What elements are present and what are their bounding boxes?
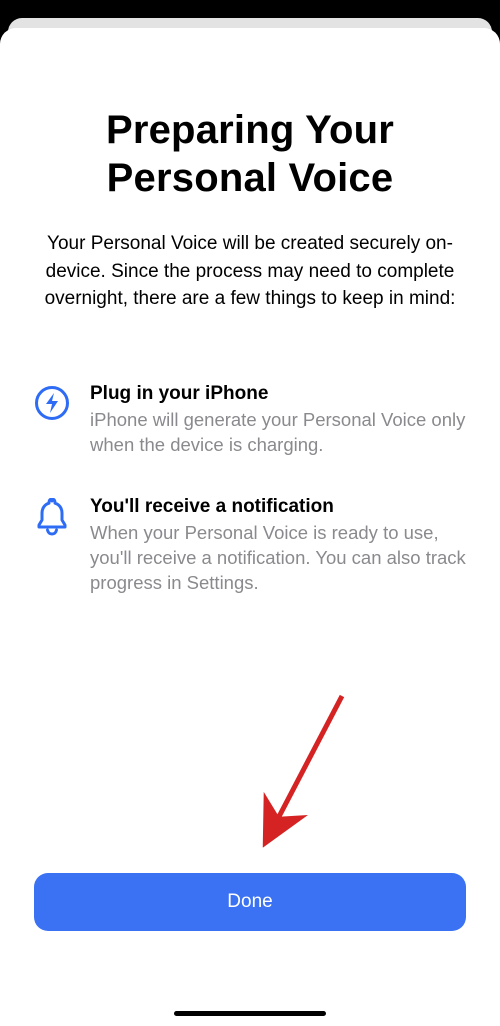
list-item: Plug in your iPhone iPhone will generate… — [34, 383, 466, 458]
info-list: Plug in your iPhone iPhone will generate… — [34, 383, 466, 634]
bell-icon — [34, 496, 70, 536]
list-item-desc: When your Personal Voice is ready to use… — [90, 521, 466, 596]
spacer — [34, 633, 466, 873]
done-button[interactable]: Done — [34, 873, 466, 931]
home-indicator — [174, 1011, 326, 1016]
list-item: You'll receive a notification When your … — [34, 496, 466, 596]
done-button-label: Done — [227, 891, 272, 913]
list-item-text: You'll receive a notification When your … — [90, 496, 466, 596]
list-item-desc: iPhone will generate your Personal Voice… — [90, 408, 466, 458]
page-subtitle: Your Personal Voice will be created secu… — [34, 230, 466, 313]
page-title: Preparing Your Personal Voice — [34, 106, 466, 202]
list-item-text: Plug in your iPhone iPhone will generate… — [90, 383, 466, 458]
list-item-title: Plug in your iPhone — [90, 383, 466, 405]
modal-sheet: Preparing Your Personal Voice Your Perso… — [0, 28, 500, 1026]
list-item-title: You'll receive a notification — [90, 496, 466, 518]
bolt-icon — [34, 383, 70, 421]
